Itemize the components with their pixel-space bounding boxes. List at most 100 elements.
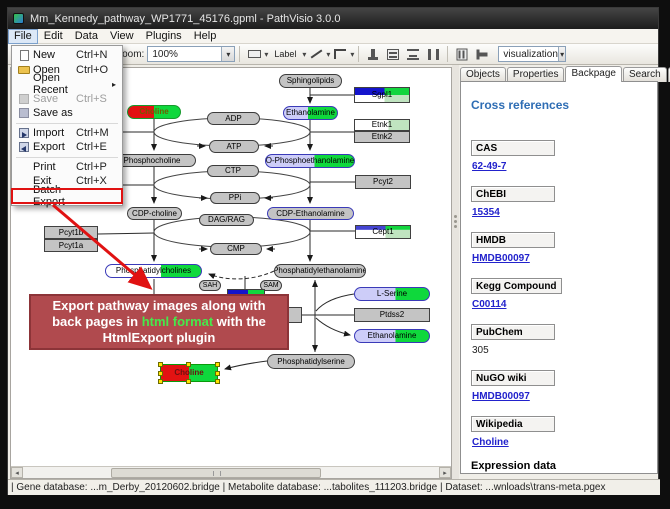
menu-help[interactable]: Help — [188, 29, 223, 44]
node-cdp-choline[interactable]: CDP-choline — [127, 207, 182, 220]
xref-link[interactable]: HMDB00097 — [472, 253, 657, 264]
align-middle-button[interactable] — [383, 45, 403, 63]
selection-handle[interactable] — [186, 379, 191, 384]
side-panel-tabs: Objects Properties Backpage Search Legen… — [460, 65, 658, 82]
selection-handle[interactable] — [158, 371, 163, 376]
node-etnk2[interactable]: Etnk2 — [354, 131, 410, 143]
tab-backpage[interactable]: Backpage — [565, 66, 621, 82]
node-ethanolamine-2[interactable]: Ethanolamine — [354, 329, 430, 343]
file-menu-batch-export[interactable]: Batch Export — [12, 189, 122, 204]
node-ptdss2[interactable]: Ptdss2 — [354, 308, 430, 322]
node-l-serine[interactable]: L-Serine — [354, 287, 430, 301]
common-height-button[interactable] — [472, 45, 492, 63]
node-pcyt1a[interactable]: Pcyt1a — [44, 239, 98, 252]
xref-db-name: HMDB — [471, 232, 555, 248]
xref-link[interactable]: 15354 — [472, 207, 657, 218]
status-text: | Gene database: ...m_Derby_20120602.bri… — [11, 482, 605, 493]
panel-splitter[interactable] — [452, 65, 459, 479]
selection-handle[interactable] — [215, 379, 220, 384]
node-ppi[interactable]: PPi — [210, 192, 260, 204]
node-etnk1[interactable]: Etnk1 — [354, 119, 410, 131]
export-icon — [19, 142, 29, 152]
node-atp[interactable]: ATP — [209, 140, 259, 153]
menu-view[interactable]: View — [104, 29, 140, 44]
selection-handle[interactable] — [158, 379, 163, 384]
node-phosphatidylethanolamine[interactable]: Phosphatidylethanolamine — [274, 264, 366, 278]
submenu-arrow-icon: ▸ — [76, 80, 116, 89]
selection-handle[interactable] — [215, 362, 220, 367]
node-cmp[interactable]: CMP — [210, 243, 262, 255]
xref-link[interactable]: Choline — [472, 437, 657, 448]
node-cdp-ethanolamine[interactable]: CDP-Ethanolamine — [267, 207, 354, 220]
node-pcyt1b[interactable]: Pcyt1b — [44, 226, 98, 239]
backpage-panel: Cross references CAS 62-49-7 ChEBI 15354… — [460, 81, 658, 474]
node-sgpl1[interactable]: Sgpl1 — [354, 87, 410, 103]
selection-handle[interactable] — [215, 371, 220, 376]
selection-handle[interactable] — [158, 362, 163, 367]
menu-file[interactable]: File — [8, 29, 38, 44]
file-menu-print[interactable]: Print Ctrl+P — [12, 160, 122, 175]
selection-handle[interactable] — [186, 362, 191, 367]
menu-plugins[interactable]: Plugins — [140, 29, 188, 44]
node-dag-rag[interactable]: DAG/RAG — [199, 214, 254, 226]
node-phosphatidylserine[interactable]: Phosphatidylserine — [267, 354, 355, 369]
line-tool-button[interactable] — [306, 45, 326, 63]
file-menu-save-as[interactable]: Save as — [12, 106, 122, 121]
visualization-combobox[interactable]: visualization ▾ — [498, 46, 566, 62]
xref-nugo-wiki: NuGO wiki HMDB00097 — [471, 368, 657, 402]
node-choline[interactable]: Choline — [127, 105, 181, 119]
visualization-dropdown-arrow-icon[interactable]: ▾ — [558, 47, 566, 61]
file-menu-save: Save Ctrl+S — [12, 92, 122, 107]
tab-objects[interactable]: Objects — [460, 67, 506, 82]
label-tool-button[interactable]: Label — [268, 45, 302, 63]
import-icon — [19, 128, 29, 138]
file-menu-import[interactable]: Import Ctrl+M — [12, 126, 122, 141]
file-menu-export[interactable]: Export Ctrl+E — [12, 140, 122, 155]
zoom-dropdown-arrow-icon[interactable]: ▾ — [221, 47, 234, 61]
node-sphingolipids[interactable]: Sphingolipids — [279, 74, 342, 88]
open-folder-icon — [18, 66, 30, 74]
file-menu-dropdown: New Ctrl+N Open Ctrl+O Open Recent ▸ Sav… — [11, 45, 123, 206]
align-center-button[interactable] — [363, 45, 383, 63]
tutorial-callout: Export pathway images along with back pa… — [29, 294, 289, 350]
zoom-combobox[interactable]: 100% ▾ — [147, 46, 235, 62]
file-menu-open-recent[interactable]: Open Recent ▸ — [12, 77, 122, 92]
canvas-horizontal-scrollbar[interactable]: ◂ ▸ — [11, 466, 451, 478]
scrollbar-thumb[interactable] — [111, 468, 321, 478]
connector-dropdown-icon[interactable]: ▾ — [350, 50, 354, 59]
distribute-horizontal-button[interactable] — [403, 45, 423, 63]
node-ethanolamine[interactable]: Ethanolamine — [283, 106, 338, 120]
expression-data-heading: Expression data — [471, 460, 657, 472]
node-ctp[interactable]: CTP — [207, 165, 259, 177]
common-height-icon — [477, 49, 488, 59]
menu-data[interactable]: Data — [69, 29, 104, 44]
node-phosphatidylcholines[interactable]: Phosphatidylcholines — [105, 264, 202, 278]
node-adp[interactable]: ADP — [207, 112, 260, 125]
node-choline-selected[interactable]: Choline — [160, 364, 218, 382]
highlighted-text: html format — [142, 314, 214, 329]
node-pcyt2[interactable]: Pcyt2 — [355, 175, 411, 189]
distribute-vertical-icon — [428, 49, 439, 60]
distribute-horizontal-icon — [407, 49, 419, 60]
tab-properties[interactable]: Properties — [507, 67, 565, 82]
file-menu-new[interactable]: New Ctrl+N — [12, 48, 122, 63]
node-o-phosphoethanolamine[interactable]: O-Phosphoethanolamine — [265, 154, 355, 168]
connector-tool-button[interactable] — [330, 45, 350, 63]
xref-link[interactable]: HMDB00097 — [472, 391, 657, 402]
distribute-vertical-button[interactable] — [423, 45, 443, 63]
common-width-icon — [457, 48, 468, 60]
scroll-left-icon[interactable]: ◂ — [11, 467, 23, 478]
node-cept1[interactable]: Cept1 — [355, 225, 411, 239]
menu-edit[interactable]: Edit — [38, 29, 69, 44]
screenshot-frame: Mm_Kennedy_pathway_WP1771_45176.gpml - P… — [0, 0, 670, 509]
node-sah[interactable]: SAH — [199, 280, 221, 291]
common-width-button[interactable] — [452, 45, 472, 63]
xref-link[interactable]: 62-49-7 — [472, 161, 657, 172]
datanode-tool-button[interactable] — [244, 45, 264, 63]
cross-references-heading: Cross references — [471, 98, 657, 112]
line-icon — [310, 48, 322, 60]
menu-separator — [16, 123, 118, 124]
xref-link[interactable]: C00114 — [472, 299, 657, 310]
scroll-right-icon[interactable]: ▸ — [439, 467, 451, 478]
tab-search[interactable]: Search — [623, 67, 667, 82]
